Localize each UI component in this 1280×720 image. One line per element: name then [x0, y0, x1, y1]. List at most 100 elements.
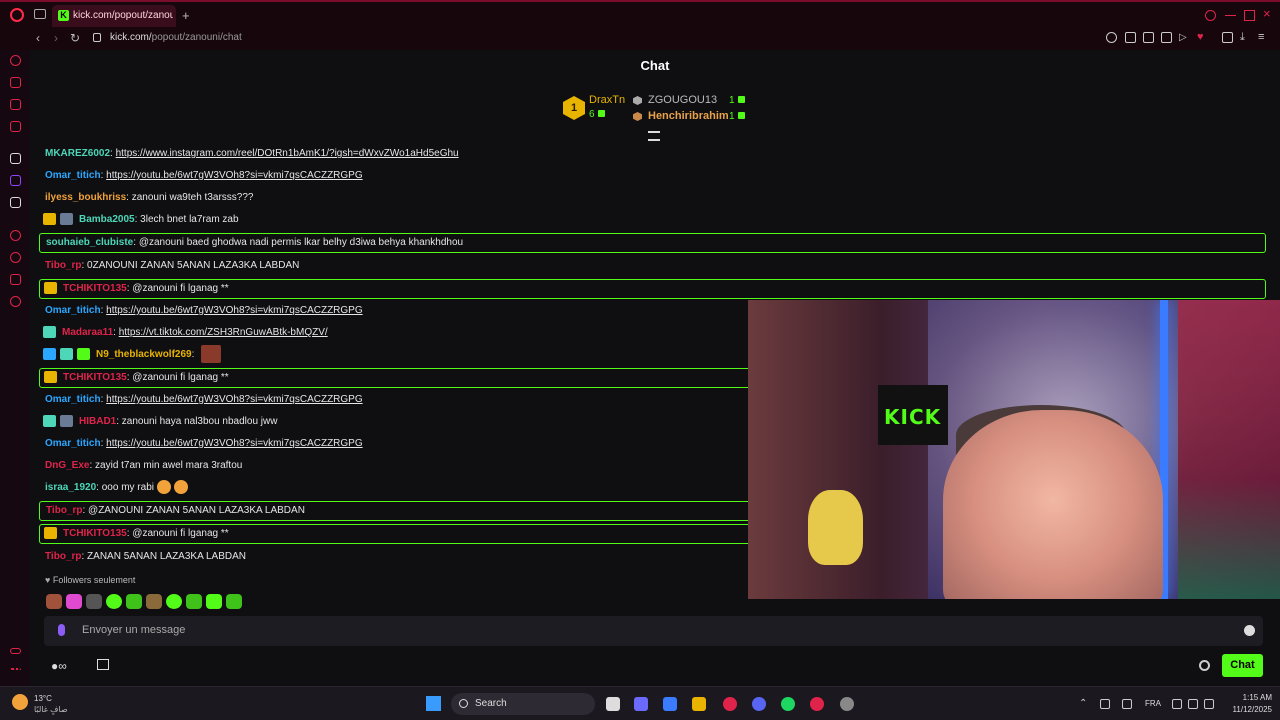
- clock-time[interactable]: 1:15 AM: [1226, 693, 1272, 702]
- opera-gx-taskbar-icon[interactable]: [723, 697, 737, 711]
- language-indicator[interactable]: FRA: [1145, 699, 1161, 708]
- tab-list-icon[interactable]: [34, 9, 46, 19]
- task-view-icon[interactable]: [606, 697, 620, 711]
- store-icon[interactable]: [97, 659, 109, 670]
- chat-username[interactable]: israa_1920: [45, 482, 96, 493]
- chat-message[interactable]: TCHIKITO135: @zanouni fi lganag **: [39, 279, 1266, 299]
- chat-message[interactable]: ilyess_boukhriss: zanouni wa9teh t3arsss…: [39, 188, 1266, 208]
- chat-username[interactable]: HIBAD1: [79, 416, 116, 427]
- sidebar-messenger-icon[interactable]: [10, 99, 21, 110]
- weather-icon[interactable]: [12, 694, 28, 710]
- leader-second-name[interactable]: ZGOUGOU13: [648, 94, 717, 106]
- leader-first-name[interactable]: DraxTn: [589, 94, 625, 106]
- snapshot-icon[interactable]: [1143, 32, 1154, 43]
- chat-link[interactable]: https://vt.tiktok.com/ZSH3RnGuwABtk-bMQZ…: [119, 327, 328, 338]
- message-input[interactable]: Envoyer un message: [44, 616, 1263, 646]
- app-icon-red[interactable]: [810, 697, 824, 711]
- emote-2[interactable]: [66, 594, 82, 610]
- battery-icon[interactable]: [1204, 699, 1214, 709]
- chat-username[interactable]: Madaraa11: [62, 327, 113, 338]
- chat-message[interactable]: Bamba2005: 3lech bnet la7ram zab: [39, 210, 1266, 230]
- sidebar-settings-icon[interactable]: [10, 296, 21, 307]
- reload-button[interactable]: ↻: [70, 31, 80, 45]
- chat-username[interactable]: Tibo_rp: [45, 260, 81, 271]
- emoji-picker-icon[interactable]: [1244, 625, 1255, 636]
- chat-message[interactable]: souhaieb_clubiste: @zanouni baed ghodwa …: [39, 233, 1266, 253]
- emote-3[interactable]: [86, 594, 102, 610]
- new-tab-button[interactable]: +: [182, 8, 190, 23]
- collapse-leaderboard-icon[interactable]: [648, 131, 660, 141]
- account-icon[interactable]: [1222, 32, 1233, 43]
- sidebar-aria-icon[interactable]: [10, 55, 21, 66]
- heart-icon[interactable]: ♥: [1197, 32, 1208, 43]
- player-icon[interactable]: ▷: [1179, 32, 1190, 43]
- leader-third-name[interactable]: Henchiribrahim: [648, 110, 729, 122]
- download-icon[interactable]: ⤓: [1240, 32, 1251, 43]
- network-icon[interactable]: [1172, 699, 1182, 709]
- sidebar-player-icon[interactable]: [10, 230, 21, 241]
- sidebar-gx-icon[interactable]: [10, 648, 21, 654]
- search-tabs-icon[interactable]: [1205, 10, 1216, 21]
- sidebar-history-icon[interactable]: [10, 252, 21, 263]
- spotify-icon[interactable]: [781, 697, 795, 711]
- emote-6[interactable]: [146, 594, 162, 610]
- chat-link[interactable]: https://youtu.be/6wt7gW3VOh8?si=vkmi7qsC…: [106, 438, 363, 449]
- vpn-shield-icon[interactable]: [1161, 32, 1172, 43]
- emote-9[interactable]: [206, 594, 222, 610]
- tray-overflow-icon[interactable]: ⌃: [1079, 699, 1089, 709]
- chat-link[interactable]: https://youtu.be/6wt7gW3VOh8?si=vkmi7qsC…: [106, 170, 363, 181]
- mic-icon[interactable]: [58, 624, 65, 636]
- emote-1[interactable]: [46, 594, 62, 610]
- chat-username[interactable]: Omar_titich: [45, 394, 101, 405]
- emote-8[interactable]: [186, 594, 202, 610]
- browser-tab-active[interactable]: K kick.com/popout/zanoun: [52, 5, 176, 27]
- chat-username[interactable]: Bamba2005: [79, 214, 135, 225]
- emote-7[interactable]: [166, 594, 182, 610]
- sidebar-x-icon[interactable]: [10, 197, 21, 208]
- chat-settings-icon[interactable]: [1199, 660, 1210, 671]
- chat-username[interactable]: TCHIKITO135: [63, 528, 127, 539]
- chat-link[interactable]: https://youtu.be/6wt7gW3VOh8?si=vkmi7qsC…: [106, 394, 363, 405]
- zoom-icon[interactable]: [1106, 32, 1117, 43]
- back-button[interactable]: ‹: [36, 31, 40, 45]
- chat-username[interactable]: Omar_titich: [45, 305, 101, 316]
- chat-username[interactable]: Tibo_rp: [46, 505, 82, 516]
- emote-4[interactable]: [106, 594, 122, 610]
- onedrive-icon[interactable]: [1100, 699, 1110, 709]
- volume-icon[interactable]: [1188, 699, 1198, 709]
- chat-username[interactable]: souhaieb_clubiste: [46, 237, 133, 248]
- clock-date[interactable]: 11/12/2025: [1220, 705, 1272, 714]
- sidebar-flow-icon[interactable]: [10, 121, 21, 132]
- emote-10[interactable]: [226, 594, 242, 610]
- badges-infinity-icon[interactable]: ●∞: [51, 659, 67, 673]
- forward-button[interactable]: ›: [54, 31, 58, 45]
- maximize-button[interactable]: [1244, 10, 1255, 21]
- chat-username[interactable]: TCHIKITO135: [63, 372, 127, 383]
- opera-logo-icon[interactable]: [10, 8, 24, 22]
- chat-username[interactable]: DnG_Exe: [45, 460, 89, 471]
- send-chat-button[interactable]: Chat: [1222, 654, 1263, 677]
- chat-link[interactable]: https://youtu.be/6wt7gW3VOh8?si=vkmi7qsC…: [106, 305, 363, 316]
- pin-icon[interactable]: [1125, 32, 1136, 43]
- chat-message[interactable]: Tibo_rp: 0ZANOUNI ZANAN 5ANAN LAZA3KA LA…: [39, 256, 1266, 276]
- sidebar-kick-icon[interactable]: [10, 153, 21, 164]
- chat-username[interactable]: N9_theblackwolf269: [96, 349, 192, 360]
- chat-message[interactable]: MKAREZ6002: https://www.instagram.com/re…: [39, 144, 1266, 164]
- sidebar-extensions-icon[interactable]: [10, 274, 21, 285]
- chat-username[interactable]: Omar_titich: [45, 438, 101, 449]
- taskbar-search[interactable]: Search: [451, 693, 595, 715]
- chat-username[interactable]: MKAREZ6002: [45, 148, 110, 159]
- store-app-icon[interactable]: [663, 697, 677, 711]
- chat-message[interactable]: Omar_titich: https://youtu.be/6wt7gW3VOh…: [39, 166, 1266, 186]
- chat-username[interactable]: Tibo_rp: [45, 551, 81, 562]
- copilot-icon[interactable]: [634, 697, 648, 711]
- emote-5[interactable]: [126, 594, 142, 610]
- chat-username[interactable]: ilyess_boukhriss: [45, 192, 126, 203]
- minimize-button[interactable]: [1225, 10, 1236, 16]
- sidebar-bag-icon[interactable]: [10, 77, 21, 88]
- menu-icon[interactable]: ≡: [1258, 32, 1269, 43]
- app-icon-gear[interactable]: [840, 697, 854, 711]
- chat-link[interactable]: https://www.instagram.com/reel/DOtRn1bAm…: [116, 148, 459, 159]
- chat-username[interactable]: TCHIKITO135: [63, 283, 127, 294]
- sidebar-twitch-icon[interactable]: [10, 175, 21, 186]
